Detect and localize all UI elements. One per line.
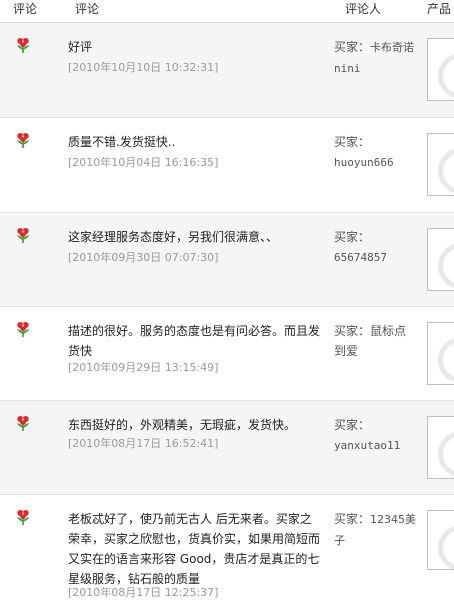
review-comment: 这家经理服务态度好，另我们很满意、、: [68, 230, 279, 244]
buyer-label: 买家：: [334, 40, 371, 54]
reviewer-info: 买家： huoyun666: [334, 132, 424, 173]
reviewer-info: 买家： yanxutao11: [334, 415, 424, 456]
review-comment: 好评: [68, 40, 93, 54]
image-placeholder-icon: [438, 243, 454, 289]
buyer-label: 买家：: [334, 418, 371, 432]
red-flower-icon: [17, 38, 29, 53]
review-comment: 质量不错.发货挺快..: [68, 135, 176, 149]
table-header: 评论 评论 评论人 产品: [0, 0, 454, 23]
image-placeholder-icon: [438, 431, 454, 477]
header-rating: 评论: [13, 2, 38, 16]
image-placeholder-icon: [438, 148, 454, 194]
review-timestamp: [2010年10月04日 16:16:35]: [68, 156, 219, 169]
reviewer-info: 买家：12345美子: [334, 509, 424, 551]
header-comment: 评论: [75, 2, 100, 16]
product-thumbnail[interactable]: [427, 133, 454, 196]
review-row: 东西挺好的，外观精美，无瑕疵，发货快。 [2010年08月17日 16:52:4…: [0, 401, 454, 495]
reviewer-info: 买家：卡布奇诺nini: [334, 37, 424, 79]
review-comment: 描述的很好。服务的态度也是有问必答。而且发货快: [68, 324, 321, 358]
review-timestamp: [2010年09月29日 13:15:49]: [68, 361, 219, 374]
review-row: 老板忒好了，使乃前无古人 后无来者。买家之荣幸，买家之欣慰也，货真价实，如果用简…: [0, 495, 454, 603]
review-row: 好评 [2010年10月10日 10:32:31] 买家：卡布奇诺nini: [0, 23, 454, 118]
product-thumbnail[interactable]: [427, 322, 454, 385]
review-comment: 老板忒好了，使乃前无古人 后无来者。买家之荣幸，买家之欣慰也，货真价实，如果用简…: [68, 512, 321, 586]
buyer-name[interactable]: 65674857: [334, 251, 387, 264]
review-timestamp: [2010年09月30日 07:07:30]: [68, 251, 219, 264]
review-row: 描述的很好。服务的态度也是有问必答。而且发货快 [2010年09月29日 13:…: [0, 307, 454, 401]
image-placeholder-icon: [438, 525, 454, 569]
buyer-label: 买家：: [334, 135, 371, 149]
product-thumbnail[interactable]: [427, 228, 454, 291]
red-flower-icon: [17, 133, 29, 148]
product-thumbnail[interactable]: [427, 416, 454, 479]
review-timestamp: [2010年08月17日 12:25:37]: [68, 586, 219, 599]
review-row: 质量不错.发货挺快.. [2010年10月04日 16:16:35] 买家： hu…: [0, 118, 454, 213]
reviewer-info: 买家： 65674857: [334, 227, 424, 268]
image-placeholder-icon: [438, 337, 454, 383]
image-placeholder-icon: [438, 53, 454, 99]
review-row: 这家经理服务态度好，另我们很满意、、 [2010年09月30日 07:07:30…: [0, 213, 454, 307]
red-flower-icon: [17, 416, 29, 431]
header-reviewer: 评论人: [345, 2, 382, 16]
red-flower-icon: [17, 228, 29, 243]
review-comment: 东西挺好的，外观精美，无瑕疵，发货快。: [68, 418, 297, 432]
buyer-label: 买家：: [334, 512, 371, 526]
reviewer-info: 买家：鼠标点到爱: [334, 321, 414, 361]
product-thumbnail[interactable]: [427, 510, 454, 570]
buyer-label: 买家：: [334, 230, 371, 244]
buyer-name[interactable]: huoyun666: [334, 156, 394, 169]
buyer-label: 买家：: [334, 324, 371, 338]
header-product: 产品: [427, 2, 452, 16]
red-flower-icon: [17, 322, 29, 337]
review-timestamp: [2010年10月10日 10:32:31]: [68, 61, 219, 74]
review-timestamp: [2010年08月17日 16:52:41]: [68, 437, 219, 450]
buyer-name[interactable]: yanxutao11: [334, 439, 400, 452]
product-thumbnail[interactable]: [427, 38, 454, 101]
red-flower-icon: [17, 510, 29, 525]
